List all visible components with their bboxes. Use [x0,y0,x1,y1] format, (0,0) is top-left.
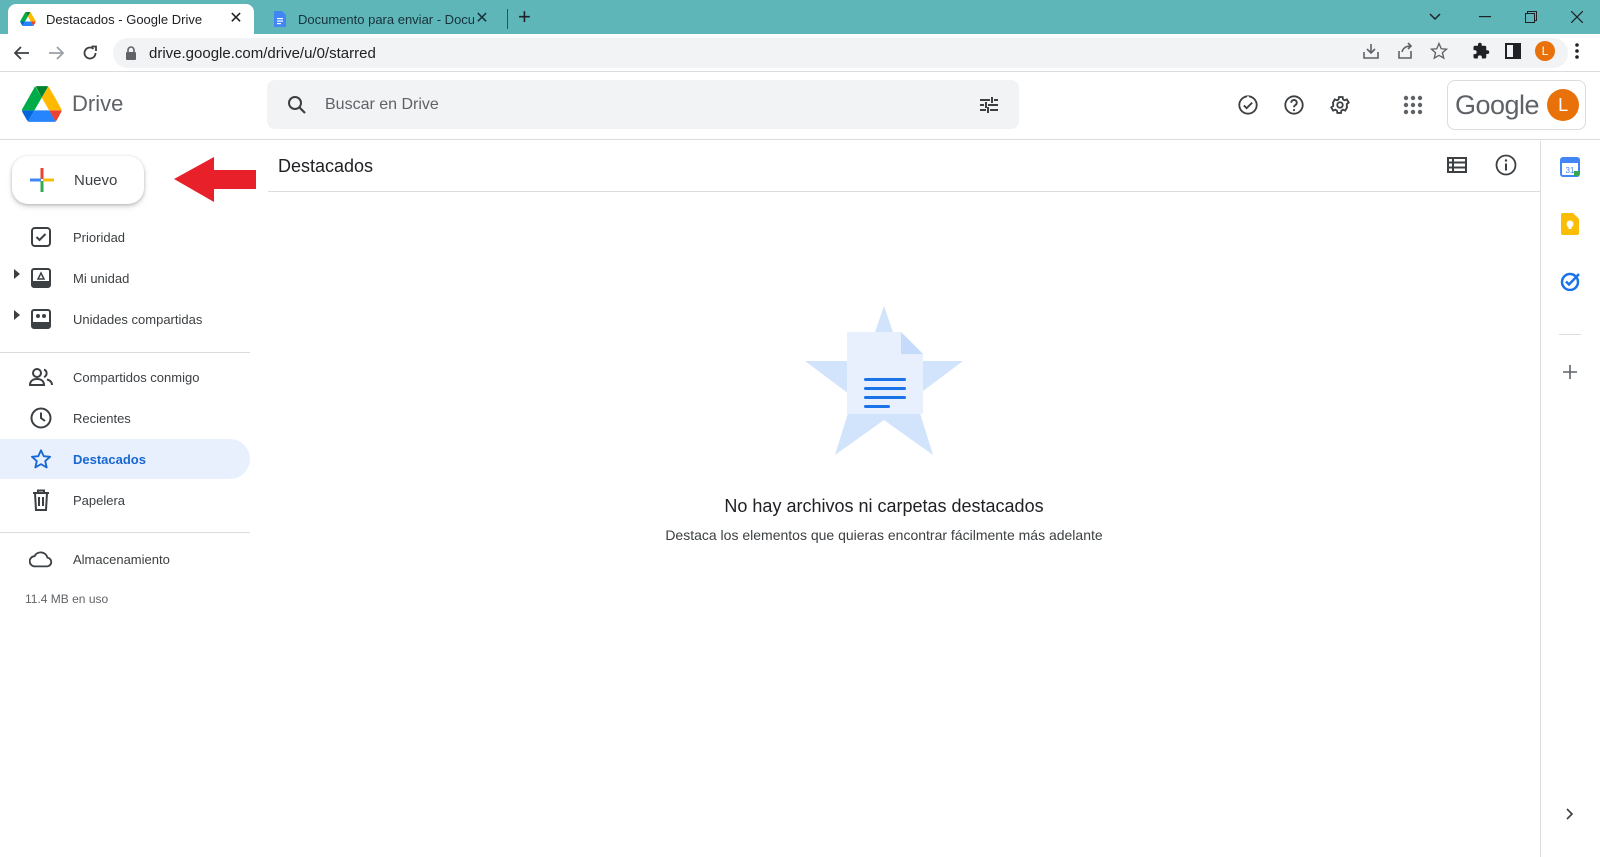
tab-title: Documento para enviar - Docum [298,11,474,27]
empty-state-title: No hay archivos ni carpetas destacados [724,496,1044,516]
sidebar-item-label: Unidades compartidas [73,311,203,327]
help-icon[interactable] [1282,93,1306,117]
close-tab-icon[interactable]: ✕ [474,11,490,27]
cloud-icon [29,547,53,571]
drive-header: Drive Buscar en Drive Google L [0,72,1600,140]
drive-logo[interactable]: Drive [22,86,123,122]
search-icon[interactable] [285,93,309,117]
sidebar-item-label: Compartidos conmigo [73,369,200,385]
tasks-icon[interactable] [1558,269,1582,293]
storage-usage: 11.4 MB en uso [25,592,109,606]
browser-tab-strip: Destacados - Google Drive ✕ Documento pa… [0,0,1600,34]
omnibox[interactable]: drive.google.com/drive/u/0/starred [113,38,1568,68]
restore-icon[interactable] [1508,4,1554,30]
close-tab-icon[interactable]: ✕ [228,11,244,27]
url-text: drive.google.com/drive/u/0/starred [149,44,376,62]
sidebar-item-mi-unidad[interactable]: Mi unidad [0,258,250,298]
avatar: L [1547,89,1580,121]
sidebar-item-label: Mi unidad [73,270,130,286]
empty-starred-illustration [805,306,963,455]
add-addon-icon[interactable] [1558,360,1582,384]
keep-icon[interactable] [1558,212,1582,236]
share-icon[interactable] [1395,41,1415,61]
svg-text:31: 31 [1566,166,1575,175]
sidebar-item-unidades-compartidas[interactable]: Unidades compartidas [0,299,250,339]
profile-initial: L [1535,41,1555,61]
sidebar-divider [0,532,250,533]
side-panel-divider [1559,334,1581,335]
priority-check-icon [29,225,53,249]
gear-icon[interactable] [1328,93,1352,117]
new-button[interactable]: Nuevo [12,156,144,204]
google-account-button[interactable]: Google L [1447,80,1586,130]
sidebar-item-almacenamiento[interactable]: Almacenamiento [0,539,250,579]
address-bar-row: drive.google.com/drive/u/0/starred L [0,34,1600,72]
minimize-icon[interactable] [1462,4,1508,30]
google-wordmark: Google [1455,89,1540,120]
close-window-icon[interactable] [1554,4,1600,30]
sidebar-item-recientes[interactable]: Recientes [0,398,250,438]
browser-menu-icon[interactable] [1567,41,1587,61]
reload-icon[interactable] [78,41,102,65]
google-drive-icon [22,86,62,122]
sidebar-item-compartidos-conmigo[interactable]: Compartidos conmigo [0,357,250,397]
google-drive-icon [20,11,36,27]
sidebar-item-label: Almacenamiento [73,551,170,567]
empty-state-subtitle: Destaca los elementos que quieras encont… [665,527,1103,543]
forward-icon[interactable] [44,41,68,65]
new-button-label: Nuevo [74,171,118,189]
sidebar-item-destacados[interactable]: Destacados [0,439,250,479]
my-drive-icon [29,266,53,290]
tab-search-icon[interactable] [1412,4,1458,30]
search-options-icon[interactable] [977,93,1001,117]
profile-avatar[interactable]: L [1535,41,1555,61]
tab-separator [507,9,508,29]
main-content: Destacados No hay archivos ni carpetas d… [268,141,1540,857]
sidebar-item-label: Recientes [73,410,131,426]
install-app-icon[interactable] [1361,41,1381,61]
lock-icon [126,46,136,60]
calendar-icon[interactable]: 31 [1558,155,1582,179]
app-name: Drive [72,91,124,116]
main-divider [268,191,1540,192]
sidebar-item-label: Prioridad [73,229,126,245]
tab-docs[interactable]: Documento para enviar - Docum ✕ [262,4,500,34]
offline-ready-icon[interactable] [1236,93,1260,117]
people-icon [29,365,53,389]
tab-drive[interactable]: Destacados - Google Drive ✕ [8,4,254,34]
clock-icon [29,406,53,430]
sidebar-item-label: Papelera [73,492,126,508]
search-bar[interactable]: Buscar en Drive [267,80,1019,129]
sidebar-divider [0,352,250,353]
list-view-icon[interactable] [1445,153,1469,177]
google-docs-icon [272,11,288,27]
info-icon[interactable] [1494,153,1518,177]
side-panel-icon[interactable] [1503,41,1523,61]
new-tab-button[interactable]: + [518,6,531,28]
search-input[interactable]: Buscar en Drive [325,96,977,114]
tab-title: Destacados - Google Drive [46,11,203,27]
star-icon [29,447,53,471]
sidebar-item-prioridad[interactable]: Prioridad [0,217,250,257]
page-title: Destacados [278,156,374,176]
trash-icon [29,488,53,512]
extensions-icon[interactable] [1471,41,1491,61]
plus-icon [30,168,54,192]
shared-drives-icon [29,307,53,331]
annotation-arrow [174,157,256,202]
sidebar-item-label: Destacados [73,451,146,467]
back-icon[interactable] [10,41,34,65]
sidebar-item-papelera[interactable]: Papelera [0,480,250,520]
side-panel: 31 [1540,141,1600,857]
expand-panel-icon[interactable] [1558,802,1582,826]
sidebar: Nuevo Prioridad Mi unidad Unidades compa… [0,141,256,857]
apps-grid-icon[interactable] [1401,93,1425,117]
bookmark-star-icon[interactable] [1429,41,1449,61]
